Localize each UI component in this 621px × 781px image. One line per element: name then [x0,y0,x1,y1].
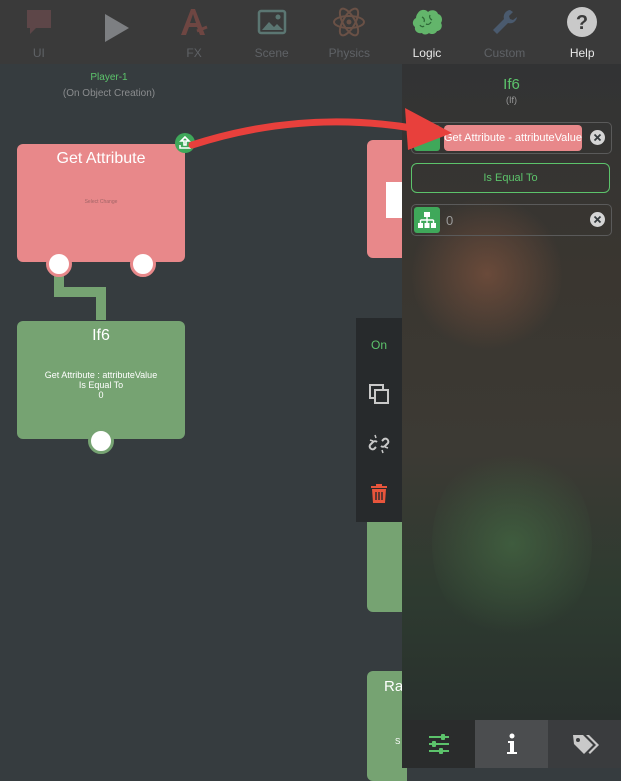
image-icon [257,9,286,35]
partial-green-node-mid[interactable] [367,514,407,612]
unlink-icon[interactable] [367,432,391,456]
partial-red-node[interactable] [367,140,407,258]
export-button[interactable] [175,133,195,153]
hierarchy-icon [418,212,436,228]
compare-value-field [411,204,612,236]
get-attribute-node-title: Get Attribute [56,150,146,167]
attribute-field: Get Attribute - attributeValue [411,122,612,154]
operator-selector[interactable]: Is Equal To [411,163,610,193]
if-node[interactable]: If6 Get Attribute : attributeValue Is Eq… [17,321,185,439]
brain-icon [412,9,442,35]
tab-physics-label: Physics [328,46,370,60]
upload-icon [179,135,191,149]
clear-value-icon[interactable] [590,212,605,227]
fx-icon [181,9,208,35]
trash-icon[interactable] [367,482,391,506]
tab-properties[interactable] [402,720,475,768]
tab-ui[interactable]: UI [0,0,78,64]
partial-node-line: S [395,737,401,746]
top-toolbar: UI FX Scene Physics Logic Custom ? Help [0,0,621,64]
tab-help[interactable]: ? Help [543,0,621,64]
if-node-line1: Get Attribute : attributeValue [44,370,158,380]
sliders-icon [428,734,449,754]
if-node-output-socket[interactable] [88,428,114,454]
partial-green-node-bottom[interactable]: Ra S [367,671,407,781]
tab-help-label: Help [569,46,595,60]
toggle-on-button[interactable]: On [356,338,402,352]
atom-icon [333,7,366,37]
get-attribute-node[interactable]: Get Attribute Select Change [17,144,185,262]
tab-fx-label: FX [186,46,202,60]
if-node-line2: Is Equal To [78,380,124,390]
compare-value-input[interactable] [446,210,586,230]
tab-tags[interactable] [548,720,621,768]
tags-icon [572,735,599,754]
hierarchy-source-button[interactable] [414,207,440,233]
svg-text:?: ? [576,12,588,34]
panel-title: If6 [503,76,520,93]
node-action-menu: On [356,318,402,522]
panel-tabbar [402,720,621,768]
logic-canvas[interactable]: Player-1 (On Object Creation) Get Attrib… [0,64,407,781]
help-icon: ? [567,7,598,37]
tab-info[interactable] [475,720,548,768]
tab-physics[interactable]: Physics [311,0,389,64]
tab-fx[interactable]: FX [155,0,233,64]
tab-ui-label: UI [32,46,45,60]
clear-attribute-icon[interactable] [590,130,605,145]
partial-node-title: Ra [384,678,404,695]
play-button[interactable] [78,0,156,64]
tab-custom-label: Custom [483,46,526,60]
tab-scene-label: Scene [254,46,289,60]
properties-panel: If6 (If) Get Attribute - attributeValue … [402,64,621,768]
wrench-icon [492,10,517,34]
tab-custom[interactable]: Custom [466,0,544,64]
duplicate-icon[interactable] [367,382,391,406]
get-attribute-output-socket-right[interactable] [130,251,156,277]
tab-logic[interactable]: Logic [388,0,466,64]
tab-scene[interactable]: Scene [233,0,311,64]
speech-bubble-icon [26,10,51,34]
panel-background-blur-2 [432,444,592,644]
play-icon [105,14,130,42]
get-attribute-node-detail: Select Change [84,199,118,205]
tab-logic-label: Logic [412,46,442,60]
if-node-title: If6 [92,327,110,344]
panel-subtitle: (If) [506,95,517,105]
info-icon [506,733,517,754]
get-attribute-output-socket-left[interactable] [46,251,72,277]
if-node-line3: 0 [98,390,104,400]
attribute-value-chip[interactable]: Get Attribute - attributeValue [444,125,582,151]
attribute-source-button[interactable] [414,125,440,151]
